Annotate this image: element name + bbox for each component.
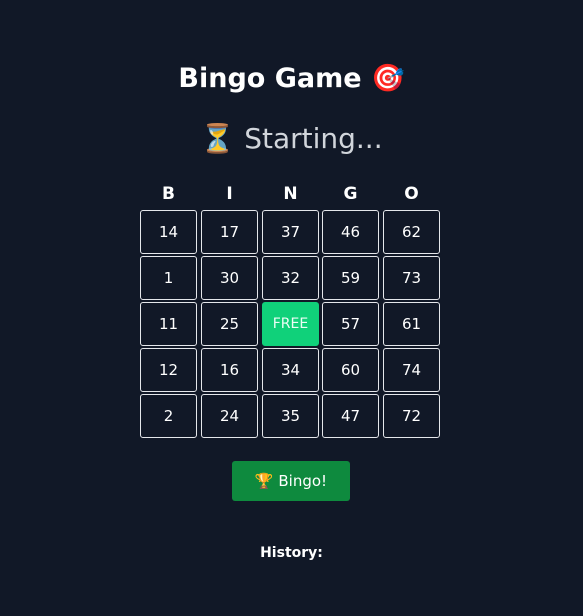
bingo-cell[interactable]: 25 bbox=[201, 302, 258, 346]
bingo-cell[interactable]: 16 bbox=[201, 348, 258, 392]
bingo-cell[interactable]: 32 bbox=[262, 256, 319, 300]
free-cell[interactable]: FREE bbox=[262, 302, 319, 346]
bingo-cell[interactable]: 30 bbox=[201, 256, 258, 300]
bingo-page: Bingo Game 🎯 ⏳ Starting... BINGO 14 17 37 4… bbox=[0, 0, 583, 616]
bingo-cell[interactable]: 60 bbox=[322, 348, 379, 392]
bingo-cell[interactable]: 72 bbox=[383, 394, 440, 438]
bingo-button-label: Bingo! bbox=[278, 472, 328, 490]
bingo-cell[interactable]: 17 bbox=[201, 210, 258, 254]
column-header-n: N bbox=[283, 184, 298, 204]
bingo-column-headers: BINGO bbox=[140, 182, 442, 206]
status-text: Starting... bbox=[244, 122, 383, 155]
bingo-cell[interactable]: 74 bbox=[383, 348, 440, 392]
bingo-cell[interactable]: 57 bbox=[322, 302, 379, 346]
bingo-cell[interactable]: 73 bbox=[383, 256, 440, 300]
column-header-o: O bbox=[404, 184, 419, 204]
bingo-cell[interactable]: 34 bbox=[262, 348, 319, 392]
bingo-cell[interactable]: 35 bbox=[262, 394, 319, 438]
target-icon: 🎯 bbox=[370, 63, 405, 94]
page-title-text: Bingo Game bbox=[178, 63, 362, 94]
bingo-button[interactable]: 🏆 Bingo! bbox=[232, 461, 350, 501]
game-status: ⏳ Starting... bbox=[0, 118, 583, 160]
bingo-cell[interactable]: 62 bbox=[383, 210, 440, 254]
column-header-i: I bbox=[226, 184, 233, 204]
history-label: History: bbox=[260, 545, 323, 561]
bingo-cell[interactable]: 14 bbox=[140, 210, 197, 254]
column-header-b: B bbox=[162, 184, 175, 204]
bingo-cell[interactable]: 2 bbox=[140, 394, 197, 438]
bingo-cell[interactable]: 47 bbox=[322, 394, 379, 438]
bingo-cell[interactable]: 1 bbox=[140, 256, 197, 300]
bingo-cell[interactable]: 59 bbox=[322, 256, 379, 300]
trophy-icon: 🏆 bbox=[254, 472, 274, 490]
bingo-cell[interactable]: 11 bbox=[140, 302, 197, 346]
column-header-g: G bbox=[343, 184, 358, 204]
bingo-cell[interactable]: 61 bbox=[383, 302, 440, 346]
bingo-cell[interactable]: 37 bbox=[262, 210, 319, 254]
hourglass-icon: ⏳ bbox=[200, 122, 236, 155]
bingo-card: 14 17 37 46 62 1 30 32 59 73 11 25 FREE 57 61 12 16 34 60 7… bbox=[140, 210, 442, 438]
page-title: Bingo Game 🎯 bbox=[0, 59, 583, 99]
bingo-cell[interactable]: 46 bbox=[322, 210, 379, 254]
bingo-cell[interactable]: 24 bbox=[201, 394, 258, 438]
bingo-cell[interactable]: 12 bbox=[140, 348, 197, 392]
